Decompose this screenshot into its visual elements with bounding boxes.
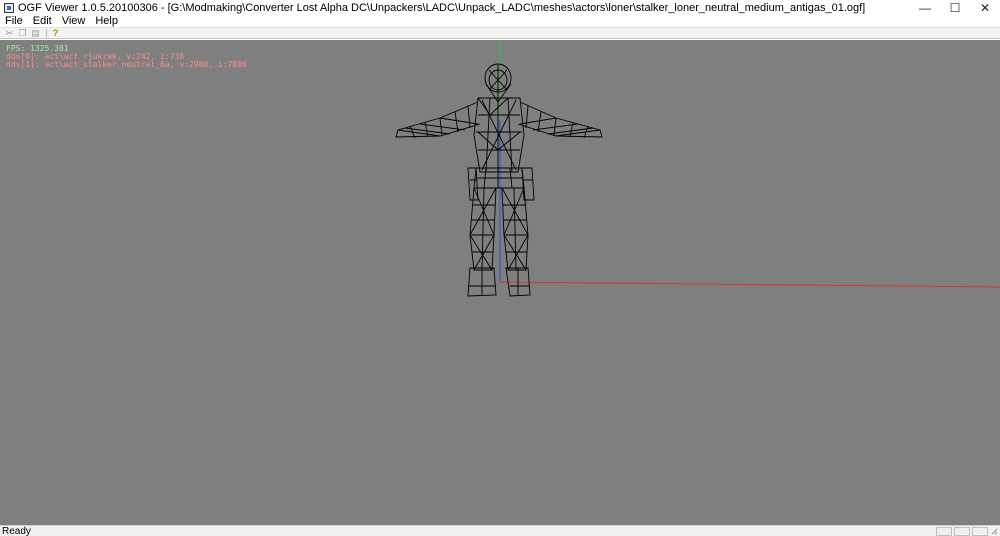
toolbar: ✂ ❐ ▤ ? bbox=[0, 27, 1000, 39]
status-panel-2 bbox=[954, 526, 970, 536]
maximize-button[interactable]: ☐ bbox=[940, 0, 970, 16]
menu-help[interactable]: Help bbox=[90, 16, 123, 27]
close-button[interactable]: ✕ bbox=[970, 0, 1000, 16]
help-icon[interactable]: ? bbox=[50, 28, 61, 38]
wireframe-model bbox=[395, 63, 603, 297]
menu-file[interactable]: File bbox=[0, 16, 28, 27]
status-text: Ready bbox=[2, 525, 31, 536]
dds-line-1: dds[1]: act\act_stalker_neutral_6a, v:29… bbox=[6, 60, 247, 69]
status-panel-3 bbox=[972, 526, 988, 536]
minimize-button[interactable]: — bbox=[910, 0, 940, 16]
paste-icon[interactable]: ▤ bbox=[30, 28, 41, 38]
title-bar[interactable]: OGF Viewer 1.0.5.20100306 - [G:\Modmakin… bbox=[0, 0, 1000, 16]
menu-bar: File Edit View Help bbox=[0, 16, 1000, 27]
cut-icon[interactable]: ✂ bbox=[4, 28, 15, 38]
toolbar-separator bbox=[46, 28, 47, 38]
status-bar: Ready bbox=[0, 525, 1000, 536]
model-viewport[interactable]: FPS: 1325.381 dds[0]: act\act_rjukzak, v… bbox=[0, 40, 1000, 525]
debug-overlay: FPS: 1325.381 dds[0]: act\act_rjukzak, v… bbox=[6, 45, 247, 69]
app-icon bbox=[4, 3, 14, 13]
window-title: OGF Viewer 1.0.5.20100306 - [G:\Modmakin… bbox=[18, 2, 866, 14]
status-panel-1 bbox=[936, 526, 952, 536]
x-axis-line bbox=[499, 281, 1000, 288]
menu-edit[interactable]: Edit bbox=[28, 16, 57, 27]
resize-grip-icon[interactable] bbox=[990, 527, 998, 536]
copy-icon[interactable]: ❐ bbox=[17, 28, 28, 38]
menu-view[interactable]: View bbox=[57, 16, 91, 27]
scene-canvas bbox=[395, 40, 1000, 297]
window-controls: — ☐ ✕ bbox=[910, 0, 1000, 16]
